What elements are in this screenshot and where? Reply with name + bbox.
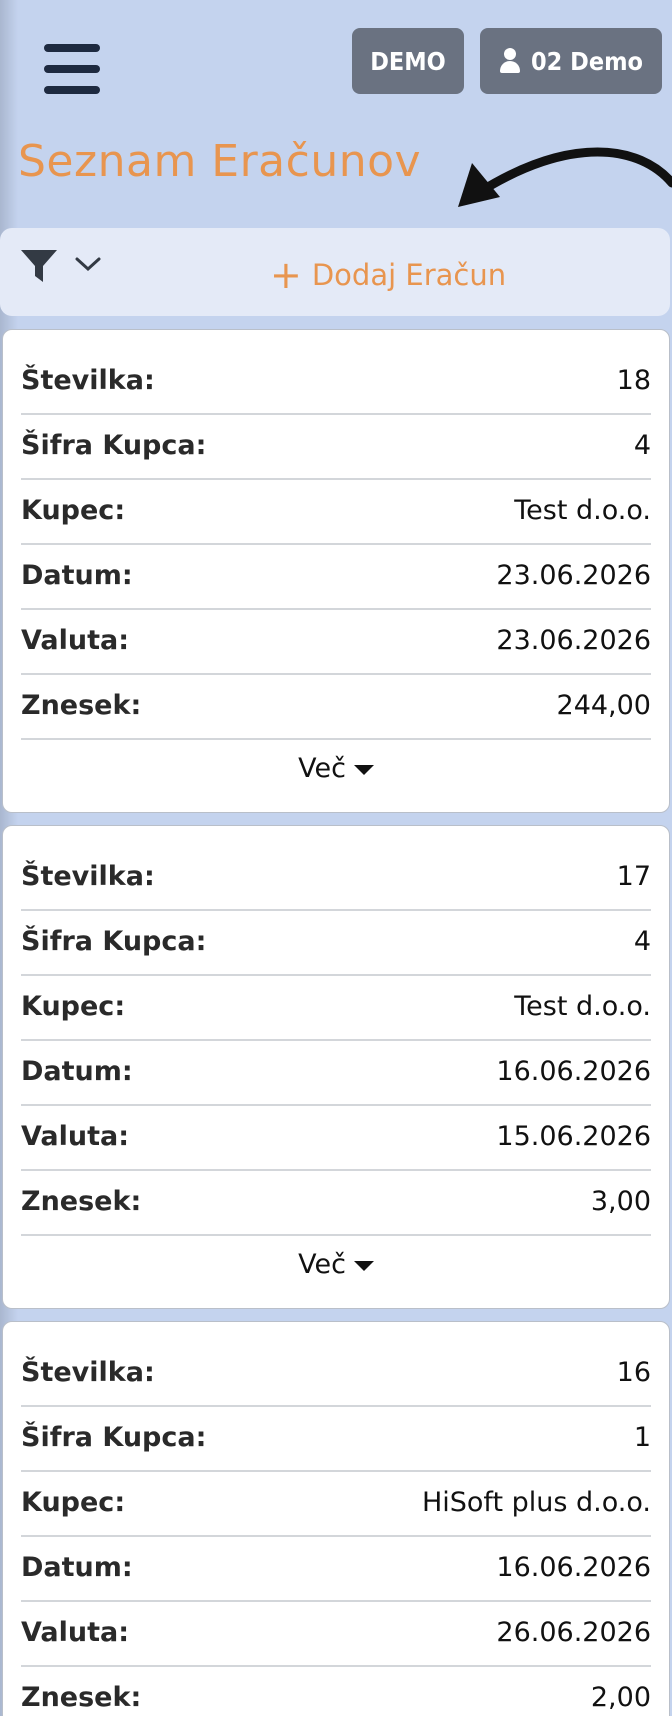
user-button[interactable]: 02 Demo bbox=[480, 28, 662, 94]
more-button[interactable]: Več bbox=[3, 1249, 669, 1280]
value-kupec: Test d.o.o. bbox=[514, 494, 651, 526]
row-stevilka: Številka: 16 bbox=[21, 1340, 651, 1404]
curved-arrow-icon bbox=[458, 147, 672, 207]
label-datum: Datum: bbox=[21, 1055, 133, 1087]
label-sifra: Šifra Kupca: bbox=[21, 429, 207, 461]
more-button[interactable]: Več bbox=[3, 753, 669, 784]
value-valuta: 23.06.2026 bbox=[496, 624, 651, 656]
value-datum: 16.06.2026 bbox=[496, 1055, 651, 1087]
label-kupec: Kupec: bbox=[21, 990, 126, 1022]
row-sifra: Šifra Kupca: 4 bbox=[21, 909, 651, 973]
add-invoice-button[interactable]: + Dodaj Eračun bbox=[270, 253, 507, 297]
row-znesek: Znesek: 244,00 bbox=[21, 673, 651, 737]
value-znesek: 244,00 bbox=[556, 689, 651, 721]
value-datum: 23.06.2026 bbox=[496, 559, 651, 591]
value-sifra: 4 bbox=[633, 925, 651, 957]
caret-down-icon bbox=[353, 1260, 374, 1271]
row-stevilka: Številka: 18 bbox=[21, 348, 651, 412]
label-sifra: Šifra Kupca: bbox=[21, 1421, 207, 1453]
plus-icon: + bbox=[270, 253, 302, 297]
value-sifra: 4 bbox=[633, 429, 651, 461]
value-kupec: Test d.o.o. bbox=[514, 990, 651, 1022]
value-stevilka: 16 bbox=[616, 1356, 651, 1388]
label-valuta: Valuta: bbox=[21, 1120, 130, 1152]
user-button-label: 02 Demo bbox=[531, 46, 643, 76]
row-valuta: Valuta: 15.06.2026 bbox=[21, 1104, 651, 1168]
row-znesek: Znesek: 3,00 bbox=[21, 1169, 651, 1233]
row-valuta: Valuta: 23.06.2026 bbox=[21, 608, 651, 672]
value-stevilka: 18 bbox=[616, 364, 651, 396]
row-datum: Datum: 23.06.2026 bbox=[21, 543, 651, 607]
user-icon bbox=[499, 48, 521, 74]
label-datum: Datum: bbox=[21, 1551, 133, 1583]
hamburger-menu-icon[interactable] bbox=[44, 44, 100, 94]
label-kupec: Kupec: bbox=[21, 494, 126, 526]
row-datum: Datum: 16.06.2026 bbox=[21, 1535, 651, 1599]
row-kupec: Kupec: Test d.o.o. bbox=[21, 974, 651, 1038]
row-stevilka: Številka: 17 bbox=[21, 844, 651, 908]
invoice-card: Številka: 16 Šifra Kupca: 1 Kupec: HiSof… bbox=[2, 1321, 670, 1716]
page-title: Seznam Eračunov bbox=[18, 136, 422, 187]
demo-button[interactable]: DEMO bbox=[352, 28, 464, 94]
label-stevilka: Številka: bbox=[21, 364, 155, 396]
demo-button-label: DEMO bbox=[370, 46, 446, 76]
label-valuta: Valuta: bbox=[21, 1616, 130, 1648]
row-valuta: Valuta: 26.06.2026 bbox=[21, 1600, 651, 1664]
toolbar: + Dodaj Eračun bbox=[0, 228, 670, 316]
label-sifra: Šifra Kupca: bbox=[21, 925, 207, 957]
filter-icon[interactable] bbox=[20, 248, 58, 284]
add-invoice-label: Dodaj Eračun bbox=[311, 258, 507, 292]
row-kupec: Kupec: HiSoft plus d.o.o. bbox=[21, 1470, 651, 1534]
row-datum: Datum: 16.06.2026 bbox=[21, 1039, 651, 1103]
label-stevilka: Številka: bbox=[21, 860, 155, 892]
more-label: Več bbox=[298, 1249, 346, 1280]
label-valuta: Valuta: bbox=[21, 624, 130, 656]
row-sifra: Šifra Kupca: 1 bbox=[21, 1405, 651, 1469]
row-sifra: Šifra Kupca: 4 bbox=[21, 413, 651, 477]
label-stevilka: Številka: bbox=[21, 1356, 155, 1388]
chevron-down-icon[interactable] bbox=[74, 256, 102, 274]
value-stevilka: 17 bbox=[616, 860, 651, 892]
label-znesek: Znesek: bbox=[21, 689, 142, 721]
value-sifra: 1 bbox=[633, 1421, 651, 1453]
label-datum: Datum: bbox=[21, 559, 133, 591]
label-znesek: Znesek: bbox=[21, 1681, 142, 1713]
value-znesek: 3,00 bbox=[590, 1185, 651, 1217]
more-label: Več bbox=[298, 753, 346, 784]
label-kupec: Kupec: bbox=[21, 1486, 126, 1518]
value-valuta: 15.06.2026 bbox=[496, 1120, 651, 1152]
value-kupec: HiSoft plus d.o.o. bbox=[421, 1486, 651, 1518]
invoice-card: Številka: 17 Šifra Kupca: 4 Kupec: Test … bbox=[2, 825, 670, 1309]
value-valuta: 26.06.2026 bbox=[496, 1616, 651, 1648]
row-znesek: Znesek: 2,00 bbox=[21, 1665, 651, 1716]
caret-down-icon bbox=[353, 764, 374, 775]
value-znesek: 2,00 bbox=[590, 1681, 651, 1713]
value-datum: 16.06.2026 bbox=[496, 1551, 651, 1583]
row-kupec: Kupec: Test d.o.o. bbox=[21, 478, 651, 542]
invoice-card: Številka: 18 Šifra Kupca: 4 Kupec: Test … bbox=[2, 329, 670, 813]
label-znesek: Znesek: bbox=[21, 1185, 142, 1217]
